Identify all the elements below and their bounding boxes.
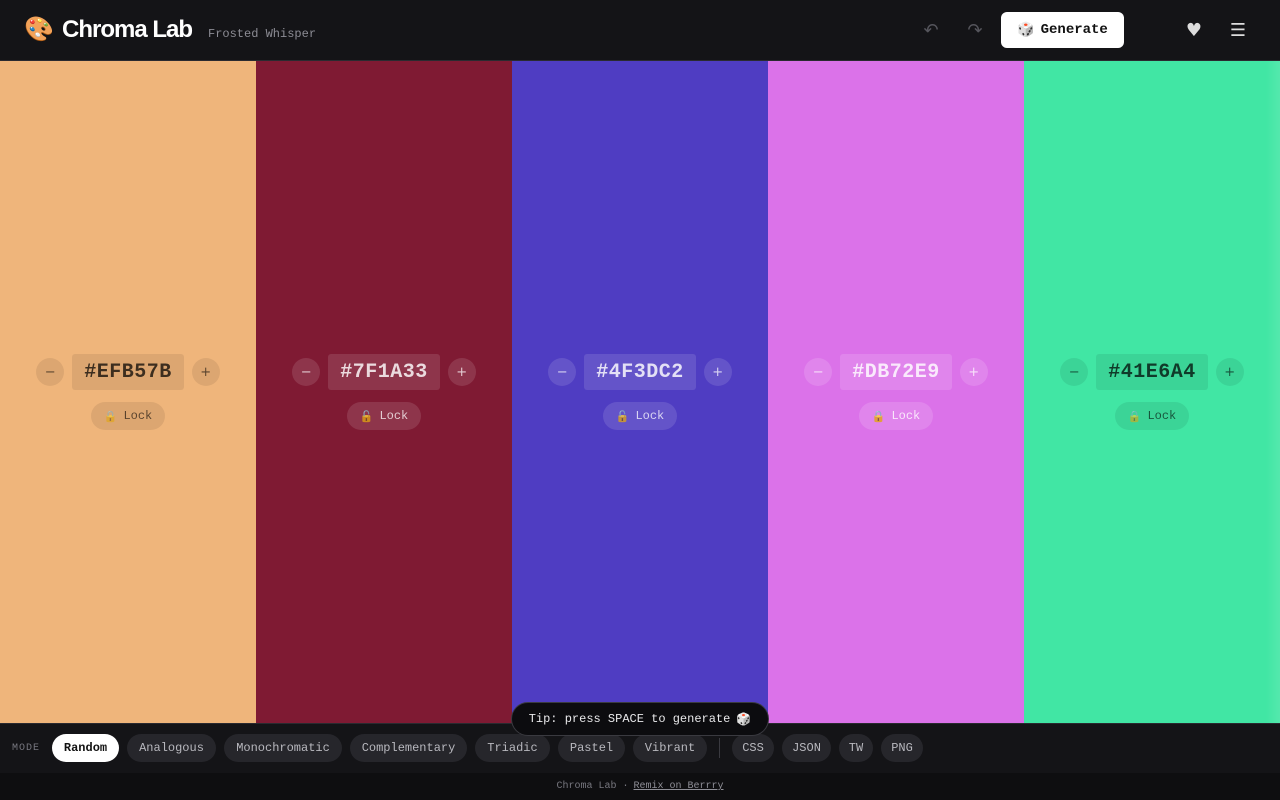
increase-button[interactable]: + xyxy=(447,358,476,386)
hex-row: − #41E6A4 + xyxy=(1024,354,1280,390)
hex-code[interactable]: #EFB57B xyxy=(72,354,184,390)
lock-label: Lock xyxy=(635,409,665,423)
lock-label: Lock xyxy=(379,409,409,423)
lock-icon: 🔒 xyxy=(1127,409,1142,423)
dice-icon: 🎲 xyxy=(1017,22,1035,38)
footer-text: Chroma Lab · xyxy=(556,781,629,792)
palette: − #EFB57B + 🔒 Lock − #7F1A33 + 🔓 Lock − … xyxy=(0,61,1280,723)
mode-random[interactable]: Random xyxy=(52,734,119,762)
app-title: Chroma Lab xyxy=(62,16,193,43)
lock-button[interactable]: 🔓 Lock xyxy=(603,402,677,430)
tip-toast: Tip: press SPACE to generate 🎲 xyxy=(511,702,769,736)
tip-text: Tip: press SPACE to generate xyxy=(528,712,731,726)
mode-label: MODE xyxy=(12,743,41,754)
lock-label: Lock xyxy=(1147,409,1177,423)
lock-button[interactable]: 🔓 Lock xyxy=(347,402,421,430)
generate-label: Generate xyxy=(1040,22,1108,38)
mode-vibrant[interactable]: Vibrant xyxy=(633,734,707,762)
scroll-edge-fade xyxy=(1266,61,1280,723)
hex-code[interactable]: #41E6A4 xyxy=(1096,354,1208,390)
export-css-button[interactable]: CSS xyxy=(732,734,774,762)
palette-name: Frosted Whisper xyxy=(208,27,317,41)
divider xyxy=(719,738,720,758)
color-swatch[interactable]: − #DB72E9 + 🔒 Lock xyxy=(768,61,1024,723)
color-swatch[interactable]: − #41E6A4 + 🔒 Lock xyxy=(1024,61,1280,723)
lock-label: Lock xyxy=(123,409,153,423)
decrease-button[interactable]: − xyxy=(548,358,577,386)
color-swatch[interactable]: − #7F1A33 + 🔓 Lock xyxy=(256,61,512,723)
palette-logo-icon: 🎨 xyxy=(24,15,54,43)
redo-icon: ↷ xyxy=(967,19,983,41)
lock-button[interactable]: 🔒 Lock xyxy=(859,402,933,430)
mode-triadic[interactable]: Triadic xyxy=(475,734,550,762)
hex-code[interactable]: #7F1A33 xyxy=(328,354,440,390)
lock-button[interactable]: 🔒 Lock xyxy=(91,402,165,430)
apple-button[interactable] xyxy=(1130,12,1166,48)
hex-row: − #DB72E9 + xyxy=(768,354,1024,390)
mode-monochromatic[interactable]: Monochromatic xyxy=(224,734,342,762)
mode-analogous[interactable]: Analogous xyxy=(127,734,216,762)
unlock-icon: 🔓 xyxy=(615,409,630,423)
hex-row: − #7F1A33 + xyxy=(256,354,512,390)
hex-code[interactable]: #DB72E9 xyxy=(840,354,952,390)
footer: Chroma Lab · Remix on Berrry xyxy=(0,773,1280,800)
increase-button[interactable]: + xyxy=(191,358,220,386)
undo-button[interactable]: ↶ xyxy=(913,12,949,48)
favorite-button[interactable]: ♥ xyxy=(1176,12,1212,48)
menu-button[interactable]: ☰ xyxy=(1220,12,1256,48)
undo-icon: ↶ xyxy=(923,19,939,41)
export-tailwind-button[interactable]: TW xyxy=(839,734,873,762)
hex-row: − #4F3DC2 + xyxy=(512,354,768,390)
export-png-button[interactable]: PNG xyxy=(881,734,923,762)
menu-icon: ☰ xyxy=(1229,19,1247,41)
hex-row: − #EFB57B + xyxy=(0,354,256,390)
hex-code[interactable]: #4F3DC2 xyxy=(584,354,696,390)
increase-button[interactable]: + xyxy=(1215,358,1244,386)
header: 🎨 Chroma Lab Frosted Whisper ↶ ↷ 🎲 Gener… xyxy=(0,0,1280,61)
lock-icon: 🔒 xyxy=(103,409,118,423)
color-swatch[interactable]: − #EFB57B + 🔒 Lock xyxy=(0,61,256,723)
heart-icon: ♥ xyxy=(1185,19,1203,41)
export-json-button[interactable]: JSON xyxy=(782,734,831,762)
mode-complementary[interactable]: Complementary xyxy=(350,734,467,762)
decrease-button[interactable]: − xyxy=(36,358,65,386)
decrease-button[interactable]: − xyxy=(804,358,833,386)
unlock-icon: 🔓 xyxy=(359,409,374,423)
generate-button[interactable]: 🎲 Generate xyxy=(1001,12,1124,48)
lock-button[interactable]: 🔒 Lock xyxy=(1115,402,1189,430)
lock-icon: 🔒 xyxy=(871,409,886,423)
remix-link[interactable]: Remix on Berrry xyxy=(634,781,724,792)
decrease-button[interactable]: − xyxy=(1060,358,1089,386)
mode-pastel[interactable]: Pastel xyxy=(558,734,625,762)
increase-button[interactable]: + xyxy=(959,358,988,386)
color-swatch[interactable]: − #4F3DC2 + 🔓 Lock xyxy=(512,61,768,723)
dice-icon: 🎲 xyxy=(736,712,752,726)
lock-label: Lock xyxy=(891,409,921,423)
increase-button[interactable]: + xyxy=(703,358,732,386)
decrease-button[interactable]: − xyxy=(292,358,321,386)
redo-button[interactable]: ↷ xyxy=(957,12,993,48)
